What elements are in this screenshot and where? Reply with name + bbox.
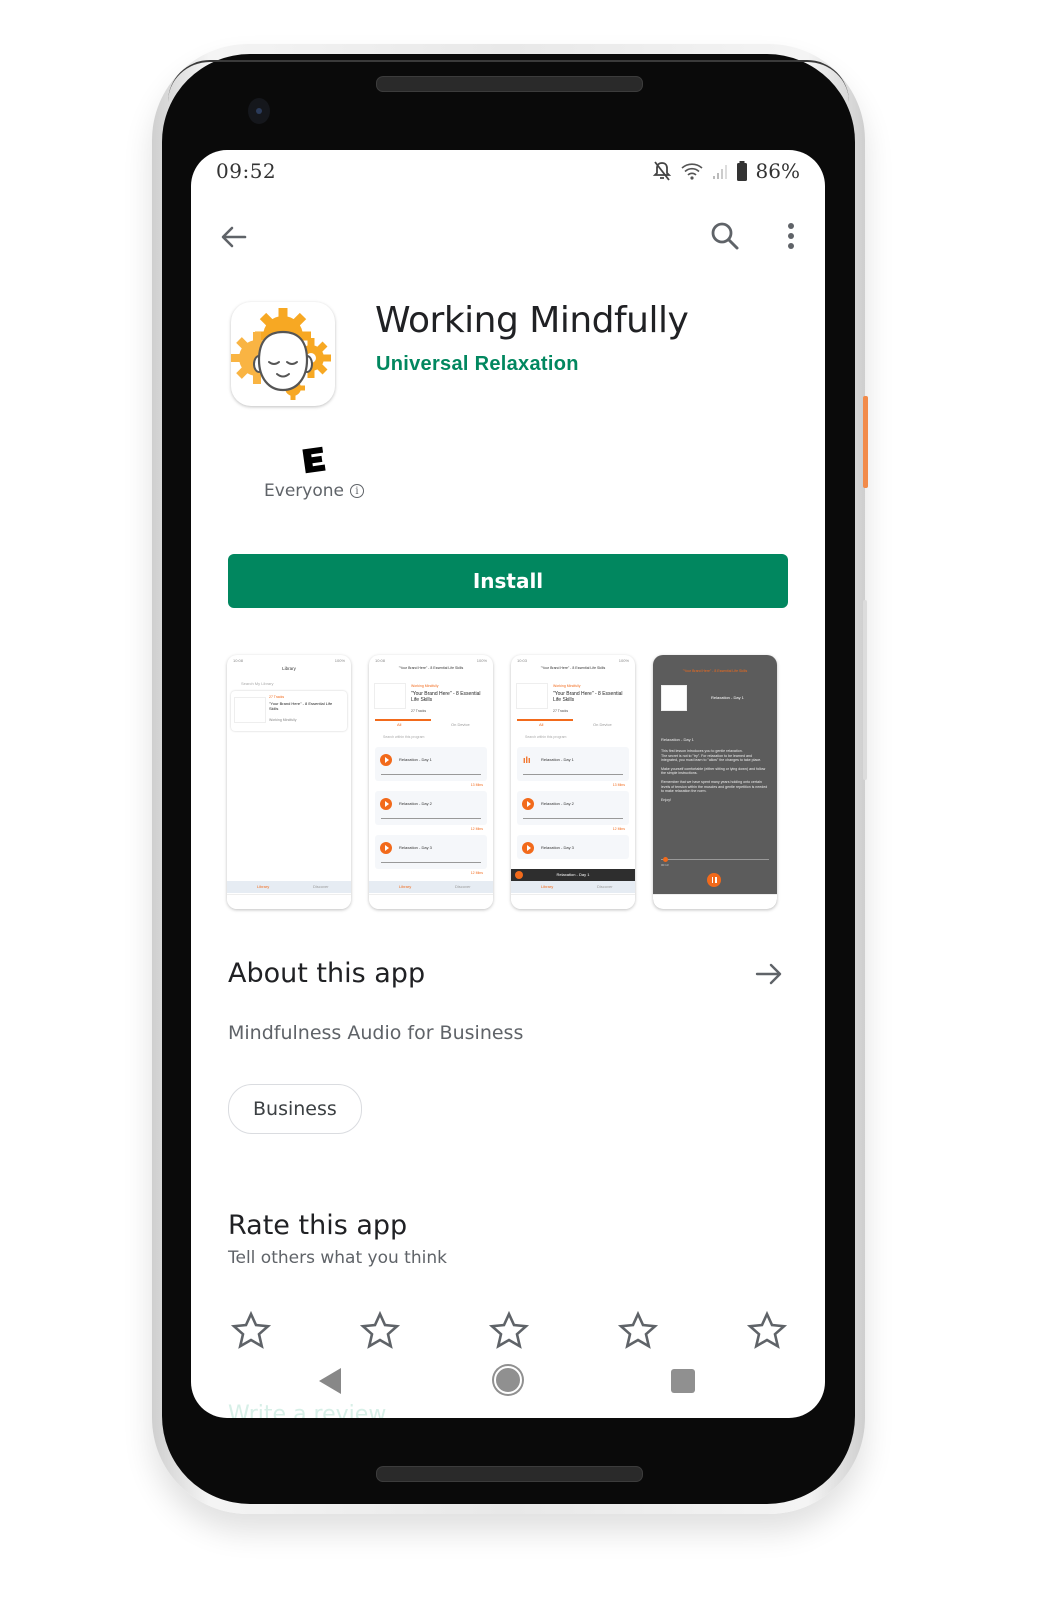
screenshot-4[interactable]: "Your Brand Here" - 8 Essential Life Ski… xyxy=(653,655,777,909)
front-camera xyxy=(248,98,270,124)
shot-header: Library xyxy=(282,666,296,671)
esrb-everyone-icon xyxy=(299,445,329,475)
bottom-speaker xyxy=(376,1466,643,1482)
install-button[interactable]: Install xyxy=(228,554,788,608)
screenshot-carousel[interactable]: 10:08 100% Library Search My Library 27 T… xyxy=(227,655,787,911)
shot-bottom-nav: Library Discover xyxy=(227,881,351,893)
star-icon[interactable] xyxy=(616,1310,660,1350)
top-speaker xyxy=(376,76,643,92)
star-rating xyxy=(229,1310,789,1350)
shot-pause-button xyxy=(707,873,721,887)
nav-recents-icon[interactable] xyxy=(671,1369,695,1393)
volume-button[interactable] xyxy=(863,600,867,780)
rate-title: Rate this app xyxy=(228,1210,408,1241)
star-icon[interactable] xyxy=(745,1310,789,1350)
search-icon xyxy=(711,222,739,250)
battery-icon xyxy=(736,160,748,182)
shot-card-title: "Your Brand Here" - 8 Essential Life Ski… xyxy=(269,701,333,711)
content-rating[interactable]: Everyone i xyxy=(259,445,369,501)
search-button[interactable] xyxy=(707,218,743,254)
star-icon[interactable] xyxy=(358,1310,402,1350)
shot-battery: 100% xyxy=(334,658,345,663)
screenshot-1[interactable]: 10:08 100% Library Search My Library 27 T… xyxy=(227,655,351,909)
screenshot-2[interactable]: 10:08 100% "Your Brand Here" - 8 Essentia… xyxy=(369,655,493,909)
power-button[interactable] xyxy=(863,396,868,488)
shot-time: 10:08 xyxy=(233,658,244,663)
about-more-button[interactable] xyxy=(753,958,785,990)
shot-card-author: Working Mindfully xyxy=(269,718,297,722)
battery-percent: 86% xyxy=(755,159,800,183)
more-options-button[interactable] xyxy=(777,218,805,254)
status-bar: 09:52 86% xyxy=(191,150,825,194)
about-title: About this app xyxy=(228,958,426,989)
shot-mini-player: Relaxation - Day 1 xyxy=(511,869,635,881)
star-icon[interactable] xyxy=(487,1310,531,1350)
signal-icon xyxy=(712,162,728,180)
app-title: Working Mindfully xyxy=(375,300,689,341)
nav-back-icon[interactable] xyxy=(319,1368,341,1394)
arrow-back-icon xyxy=(221,226,247,248)
screenshot-3[interactable]: 10:03 100% "Your Brand Here" - 8 Essentia… xyxy=(511,655,635,909)
status-icons: 86% xyxy=(652,159,800,183)
category-chip[interactable]: Business xyxy=(228,1084,362,1134)
arrow-forward-icon xyxy=(755,963,782,985)
content-rating-label: Everyone xyxy=(264,481,344,501)
back-button[interactable] xyxy=(217,220,251,254)
top-app-bar xyxy=(191,212,825,260)
shot-search: Search My Library xyxy=(241,681,274,686)
more-vert-icon xyxy=(788,223,794,249)
rate-subtitle: Tell others what you think xyxy=(228,1248,447,1268)
system-navigation-bar xyxy=(191,1362,825,1406)
shot-card-tracks: 27 Tracks xyxy=(269,695,285,699)
star-icon[interactable] xyxy=(229,1310,273,1350)
app-icon xyxy=(231,302,335,406)
shot-lesson-text: This first lesson introduces you to gent… xyxy=(661,749,768,802)
wifi-icon xyxy=(680,161,704,181)
developer-link[interactable]: Universal Relaxation xyxy=(376,353,579,376)
screen: 09:52 86% Working Mindfully Universal Re… xyxy=(191,150,825,1418)
info-icon[interactable]: i xyxy=(349,484,364,498)
nav-home-icon[interactable] xyxy=(494,1366,522,1394)
shot-program-card: 27 Tracks "Your Brand Here" - 8 Essentia… xyxy=(231,691,347,731)
notifications-off-icon xyxy=(652,160,672,182)
status-time: 09:52 xyxy=(216,159,277,183)
about-description: Mindfulness Audio for Business xyxy=(228,1022,524,1044)
gears-head-logo-icon xyxy=(231,308,331,400)
